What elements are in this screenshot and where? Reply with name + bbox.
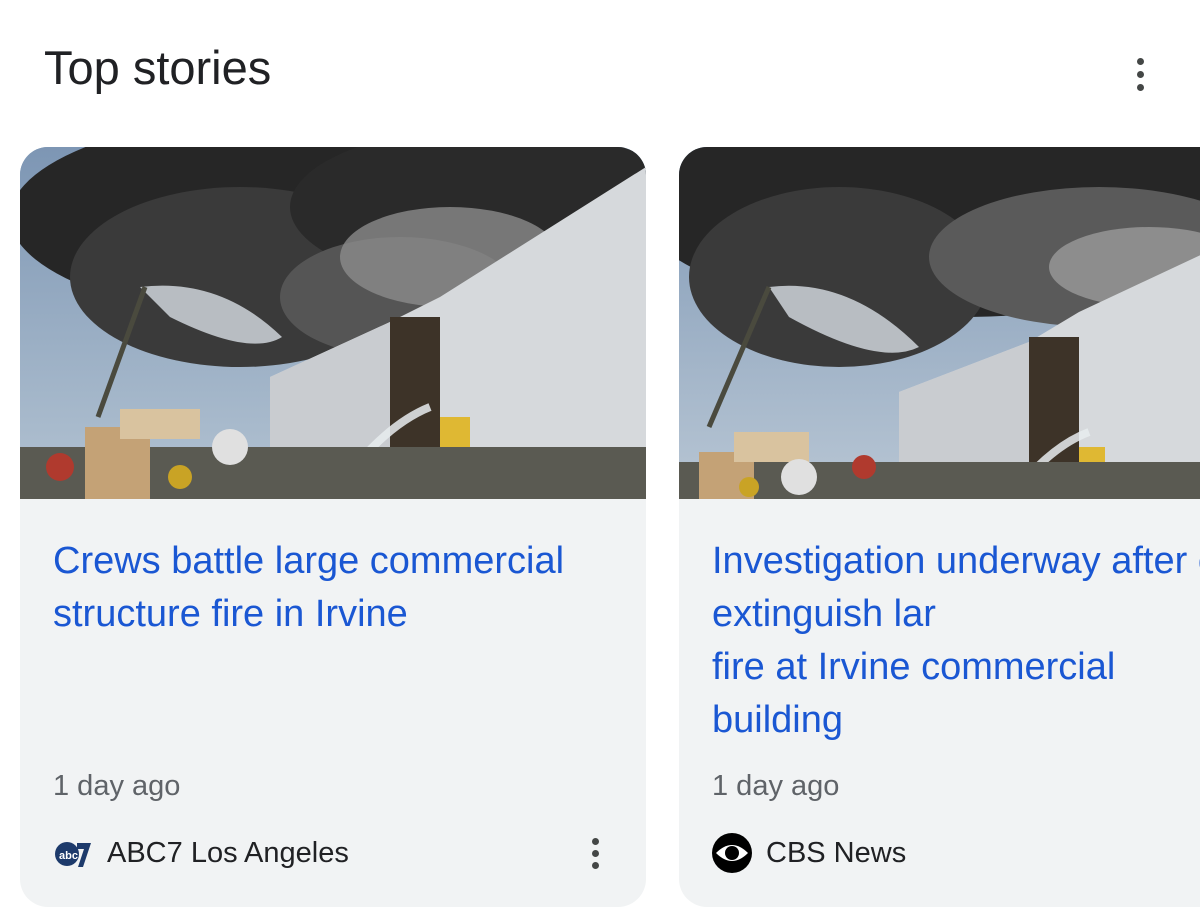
story-card[interactable]: Crews battle large commercial structure …	[20, 147, 646, 907]
story-headline[interactable]: Investigation underway after crews extin…	[712, 535, 1200, 747]
story-time: 1 day ago	[53, 770, 181, 802]
more-options-button[interactable]	[1118, 50, 1162, 98]
story-source[interactable]: abc ABC7 Los Angeles	[53, 833, 349, 873]
story-thumbnail	[679, 147, 1200, 499]
abc7-logo-icon: abc	[53, 837, 93, 869]
more-vert-icon	[1136, 57, 1144, 65]
story-source[interactable]: CBS News	[712, 833, 906, 873]
more-vert-icon	[591, 837, 599, 845]
source-name: CBS News	[766, 836, 907, 869]
section-title: Top stories	[44, 41, 272, 94]
source-name: ABC7 Los Angeles	[107, 836, 349, 869]
story-more-options-button[interactable]	[580, 833, 610, 873]
svg-text:abc: abc	[59, 850, 78, 862]
story-time: 1 day ago	[712, 770, 840, 802]
story-thumbnail	[20, 147, 646, 499]
story-card[interactable]: Investigation underway after crews extin…	[679, 147, 1200, 907]
cbs-eye-logo-icon	[712, 833, 752, 873]
story-headline[interactable]: Crews battle large commercial structure …	[53, 535, 613, 641]
